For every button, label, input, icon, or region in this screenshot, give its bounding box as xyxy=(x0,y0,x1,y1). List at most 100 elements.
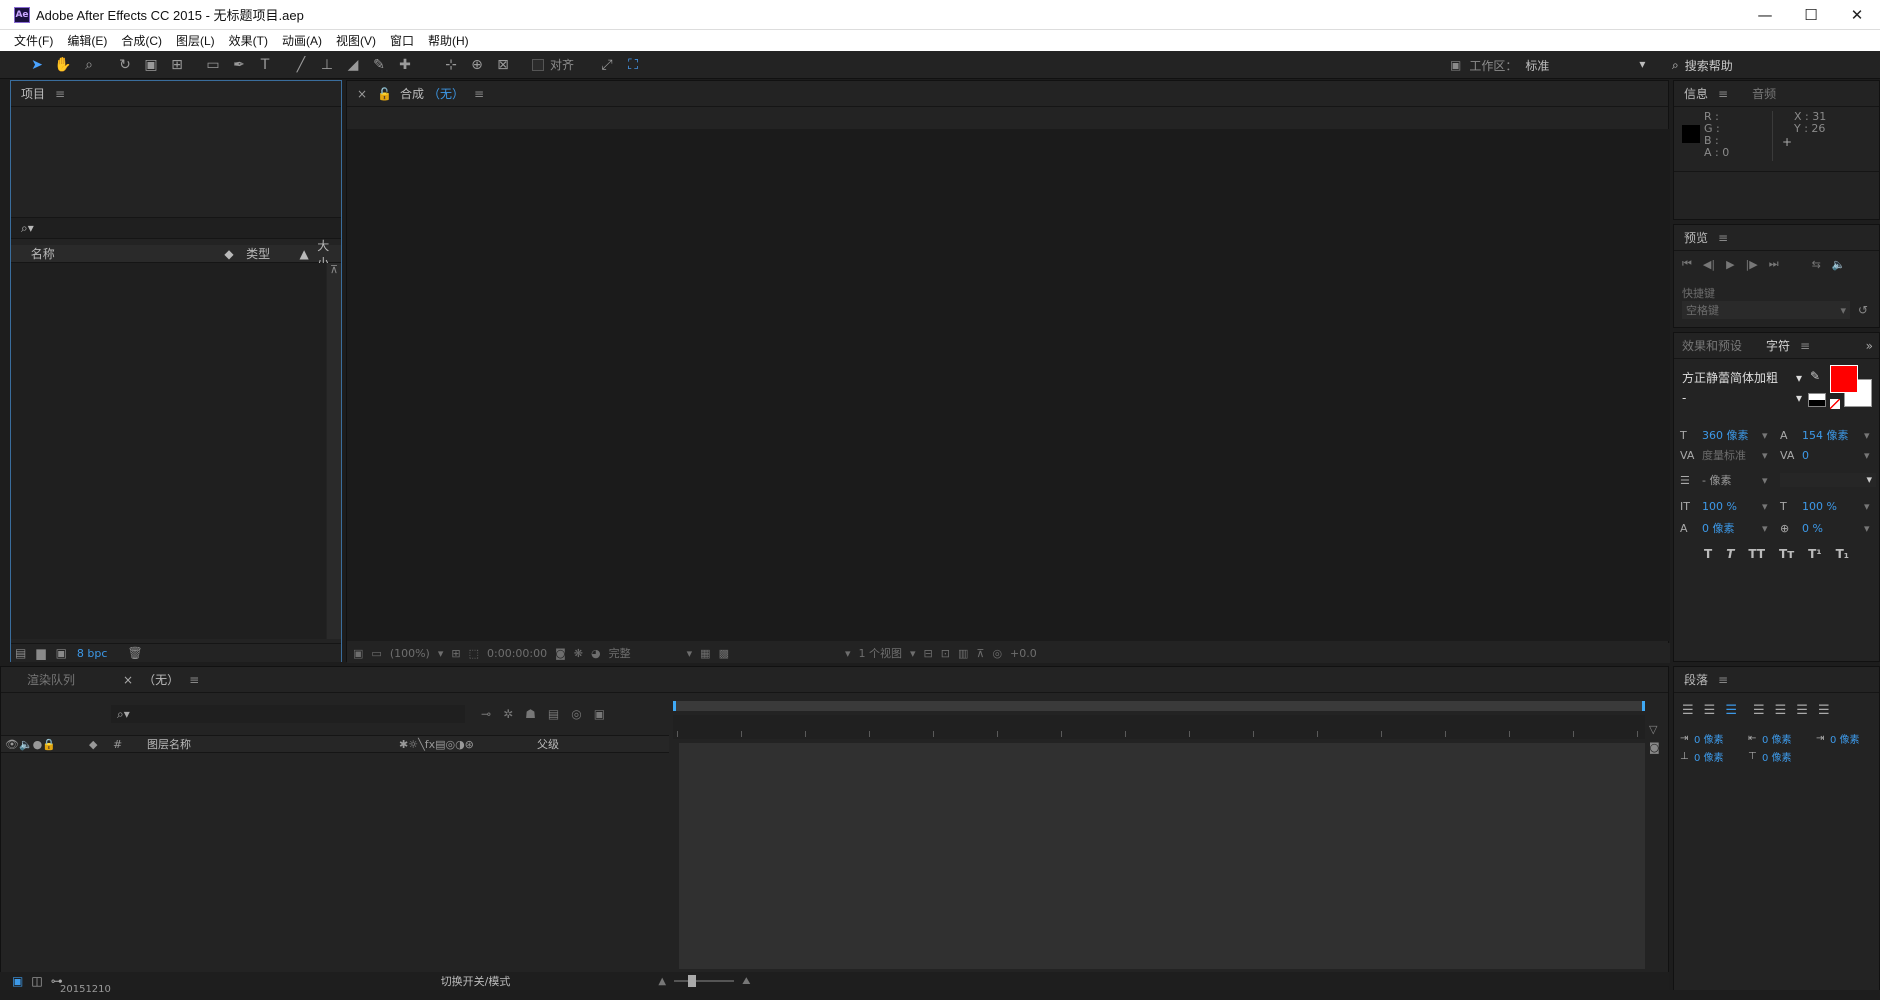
font-style-select[interactable]: - ▾ xyxy=(1682,391,1802,405)
space-before-value[interactable]: 0 像素 xyxy=(1694,749,1748,764)
comp-mini-flowchart-icon[interactable]: ⊸ xyxy=(481,707,491,721)
always-preview-icon[interactable]: ▣ xyxy=(353,647,363,660)
render-queue-tab[interactable]: 渲染队列 xyxy=(1,671,99,688)
search-help-field[interactable]: ⌕ 搜索帮助 xyxy=(1672,51,1733,79)
current-time-display[interactable]: 0:00:00:00 xyxy=(487,647,547,660)
label-tag-icon[interactable]: ◆ xyxy=(89,738,113,751)
menu-edit[interactable]: 编辑(E) xyxy=(67,32,107,49)
indent-first-value[interactable]: 0 像素 xyxy=(1830,731,1860,746)
menu-file[interactable]: 文件(F) xyxy=(14,32,53,49)
roto-brush-tool-icon[interactable]: ✎ xyxy=(366,54,392,76)
menu-composition[interactable]: 合成(C) xyxy=(121,32,162,49)
snap-features-icon[interactable]: ⛶ xyxy=(620,54,646,76)
snap-edges-icon[interactable]: ⤢ xyxy=(594,54,620,76)
layer-list[interactable] xyxy=(1,753,669,953)
justify-last-left-icon[interactable]: ☰ xyxy=(1753,703,1765,718)
expand-panels-icon[interactable]: » xyxy=(1866,339,1873,353)
flowchart-icon[interactable]: ⊼ xyxy=(976,647,984,660)
new-composition-icon[interactable]: ▣ xyxy=(56,646,67,660)
brush-tool-icon[interactable]: ╱ xyxy=(288,54,314,76)
clone-stamp-tool-icon[interactable]: ⊥ xyxy=(314,54,340,76)
project-search-input[interactable]: ⌕▾ xyxy=(11,217,341,239)
comp-button-icon[interactable]: ◙ xyxy=(1649,741,1660,754)
faux-bold-button[interactable]: T xyxy=(1704,547,1712,561)
graph-editor-icon[interactable]: ▣ xyxy=(594,707,605,721)
justify-last-right-icon[interactable]: ☰ xyxy=(1796,703,1808,718)
info-tab[interactable]: 信息 xyxy=(1684,85,1708,102)
trash-icon[interactable]: 🗑 xyxy=(127,646,142,660)
channel-icon[interactable]: ◕ xyxy=(591,647,601,660)
comp-marker-bin-icon[interactable]: ▽ xyxy=(1649,723,1657,736)
fill-color-swatch[interactable] xyxy=(1830,365,1858,393)
menu-effect[interactable]: 效果(T) xyxy=(229,32,268,49)
panel-menu-icon[interactable]: ≡ xyxy=(55,87,65,101)
eraser-tool-icon[interactable]: ◢ xyxy=(340,54,366,76)
toggle-switches-modes-button[interactable]: 切换开关/模式 xyxy=(441,973,511,989)
tracking-value[interactable]: 0 xyxy=(1802,449,1864,462)
world-axis-icon[interactable]: ⊕ xyxy=(464,54,490,76)
timeline-zoom-slider[interactable] xyxy=(674,975,735,987)
preview-tab[interactable]: 预览 ≡ xyxy=(1674,225,1879,251)
panel-menu-icon[interactable]: ≡ xyxy=(1718,87,1728,101)
vertical-scale-value[interactable]: 100 % xyxy=(1702,500,1762,513)
space-after-value[interactable]: 0 像素 xyxy=(1762,749,1792,764)
previous-frame-icon[interactable]: ◀| xyxy=(1703,258,1715,271)
align-left-icon[interactable]: ☰ xyxy=(1682,703,1694,718)
all-caps-button[interactable]: TT xyxy=(1748,547,1765,561)
label-tag-icon[interactable]: ◆ xyxy=(224,247,246,261)
paragraph-tab[interactable]: 段落 ≡ xyxy=(1674,667,1879,693)
tsume-value[interactable]: 0 % xyxy=(1802,522,1864,535)
close-tab-icon[interactable]: × xyxy=(357,87,367,101)
loop-icon[interactable]: ⇆ xyxy=(1812,258,1821,271)
views-select[interactable]: 1 个视图 xyxy=(859,645,903,661)
lock-icon[interactable]: 🔓 xyxy=(377,87,392,101)
show-snapshot-icon[interactable]: ❋ xyxy=(574,647,583,660)
last-frame-icon[interactable]: ⏭ xyxy=(1769,257,1779,271)
menu-animation[interactable]: 动画(A) xyxy=(282,32,322,49)
composition-tab[interactable]: × 🔓 合成 （无） ≡ xyxy=(347,81,1668,107)
zoom-out-icon[interactable]: ▲ xyxy=(658,976,666,987)
timeline-comp-tab[interactable]: （无） xyxy=(143,671,179,688)
faux-italic-button[interactable]: T xyxy=(1726,547,1734,561)
rectangle-tool-icon[interactable]: ▭ xyxy=(200,54,226,76)
panel-menu-icon[interactable]: ≡ xyxy=(1718,231,1728,245)
menu-layer[interactable]: 图层(L) xyxy=(176,32,215,49)
bit-depth-button[interactable]: 8 bpc xyxy=(77,647,108,660)
exposure-value[interactable]: +0.0 xyxy=(1010,647,1037,660)
small-caps-button[interactable]: Tт xyxy=(1779,547,1794,561)
mute-audio-icon[interactable]: 🔈 xyxy=(1832,258,1846,271)
project-item-list[interactable] xyxy=(11,263,326,639)
menu-help[interactable]: 帮助(H) xyxy=(428,32,469,49)
draft-3d-icon[interactable]: ✲ xyxy=(503,707,513,721)
local-axis-icon[interactable]: ⊹ xyxy=(438,54,464,76)
leading-value[interactable]: 154 像素 xyxy=(1802,427,1864,443)
resolution-select[interactable]: 完整 xyxy=(609,645,679,661)
motion-blur-icon[interactable]: ◎ xyxy=(571,707,581,721)
flowchart-icon[interactable]: ⊼ xyxy=(327,263,341,276)
indent-left-value[interactable]: 0 像素 xyxy=(1694,731,1748,746)
pan-behind-tool-icon[interactable]: ⊞ xyxy=(164,54,190,76)
font-size-value[interactable]: 360 像素 xyxy=(1702,427,1762,443)
panel-menu-icon[interactable]: ≡ xyxy=(1718,673,1728,687)
reset-icon[interactable]: ↺ xyxy=(1858,303,1868,317)
audio-tab[interactable]: 音频 xyxy=(1752,85,1776,102)
pen-tool-icon[interactable]: ✒ xyxy=(226,54,252,76)
layer-switches-toggle-icon[interactable]: ▣ xyxy=(12,974,23,988)
column-hash[interactable]: # xyxy=(113,738,147,751)
new-folder-icon[interactable]: ▆ xyxy=(36,646,45,660)
project-scrollbar[interactable]: ⊼ xyxy=(327,263,341,639)
hand-tool-icon[interactable]: ✋ xyxy=(50,54,76,76)
transfer-controls-toggle-icon[interactable]: ◫ xyxy=(31,974,42,988)
dropdown-arrow-icon[interactable]: ▾ xyxy=(845,647,851,660)
effects-presets-tab[interactable]: 效果和预设 xyxy=(1682,337,1742,354)
horizontal-scale-value[interactable]: 100 % xyxy=(1802,500,1864,513)
safe-margins-icon[interactable]: ⊞ xyxy=(451,647,460,660)
next-frame-icon[interactable]: |▶ xyxy=(1746,258,1758,271)
work-area-bar[interactable] xyxy=(673,701,1645,711)
selection-tool-icon[interactable]: ➤ xyxy=(24,54,50,76)
justify-last-center-icon[interactable]: ☰ xyxy=(1775,703,1787,718)
close-tab-icon[interactable]: × xyxy=(123,673,133,687)
shy-layers-icon[interactable]: ☗ xyxy=(525,707,536,721)
column-type[interactable]: 类型 xyxy=(246,245,299,262)
stroke-style-select[interactable]: ▾ xyxy=(1780,473,1876,487)
